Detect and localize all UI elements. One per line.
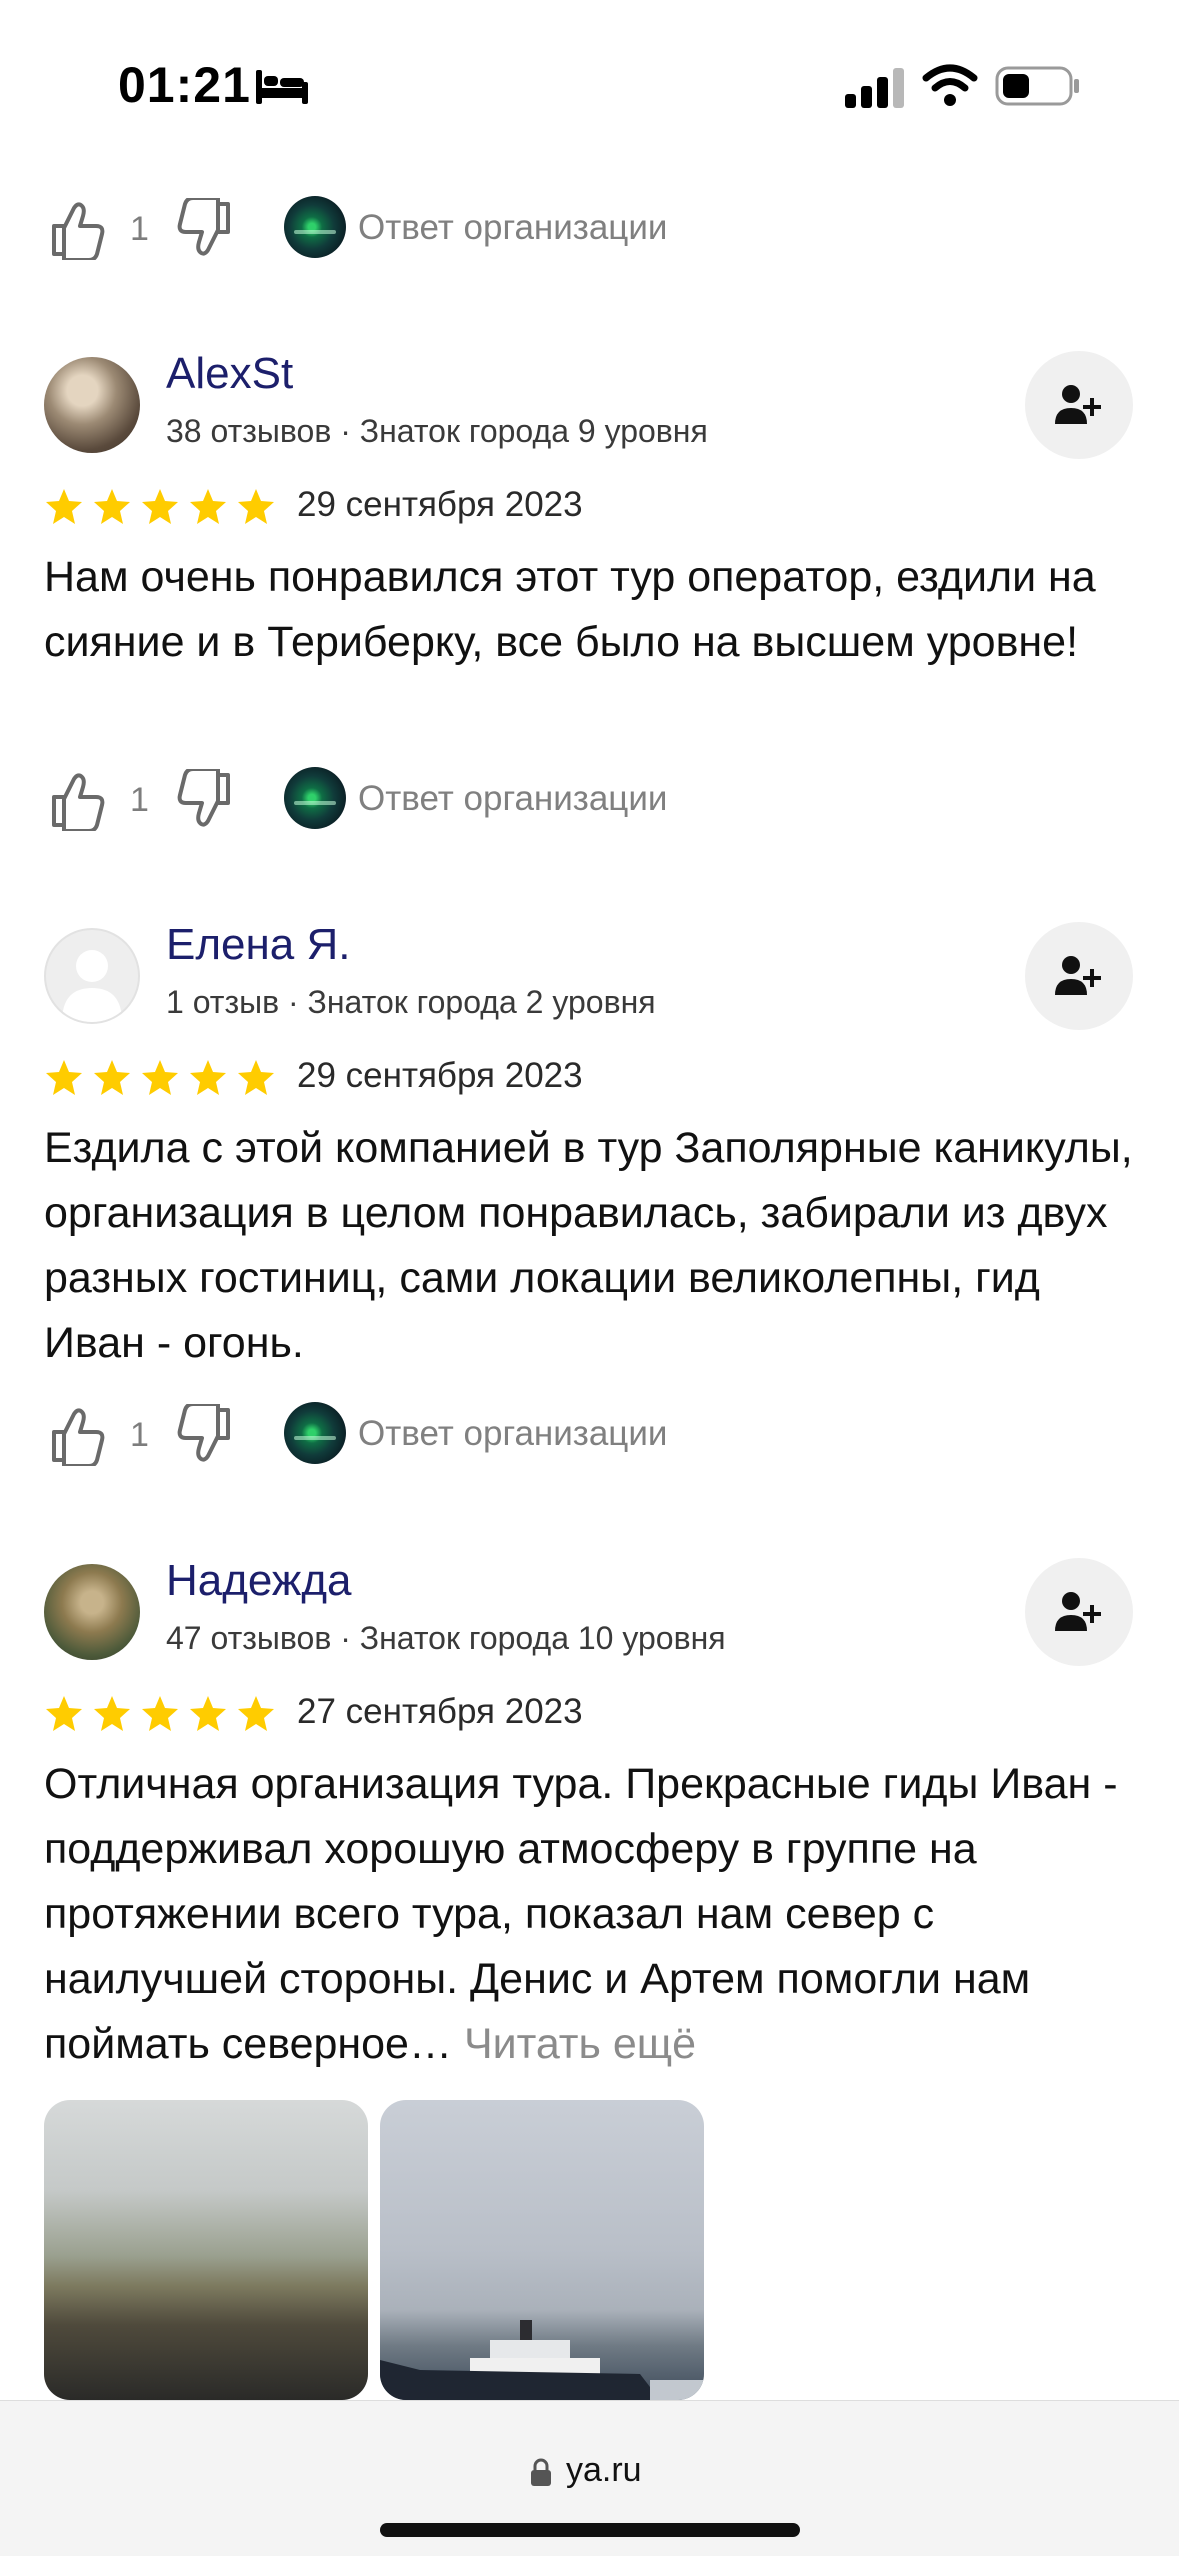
like-icon[interactable] [48,1404,110,1466]
organization-avatar [284,196,346,258]
like-count: 1 [130,781,149,819]
subscribe-button[interactable] [1025,351,1133,459]
review-date: 29 сентября 2023 [297,485,583,524]
avatar[interactable] [44,357,140,453]
review-reactions: 1 Ответ организации [48,1396,948,1476]
organization-reply-link[interactable]: Ответ организации [358,1414,667,1454]
bed-icon [256,70,308,104]
review-date: 29 сентября 2023 [297,1056,583,1095]
add-user-icon [1055,385,1101,424]
review-photo[interactable] [380,2100,704,2400]
status-time: 01:21 [118,57,251,113]
battery-icon [995,66,1079,106]
star-icon [190,1060,226,1095]
review-author[interactable]: Елена Я. [166,920,351,970]
review-text: Отличная организация тура. Прекрасные ги… [44,1752,1144,2077]
organization-avatar [284,1402,346,1464]
star-icon [142,1696,178,1731]
dislike-icon[interactable] [172,198,234,260]
star-icon [190,1696,226,1731]
read-more-link[interactable]: Читать ещё [464,2020,696,2068]
like-icon[interactable] [48,769,110,831]
organization-reply-link[interactable]: Ответ организации [358,208,667,248]
review-photo[interactable] [44,2100,368,2400]
star-icon [94,1696,130,1731]
dislike-icon[interactable] [172,769,234,831]
star-icon [238,1060,274,1095]
like-count: 1 [130,210,149,248]
review-author[interactable]: AlexSt [166,349,293,399]
avatar[interactable] [44,928,140,1024]
review-author-meta: 47 отзывов · Знаток города 10 уровня [166,1620,726,1656]
status-bar: 01:21 [0,0,1179,170]
review-author[interactable]: Надежда [166,1556,351,1606]
star-icon [142,1060,178,1095]
star-icon [190,489,226,524]
add-user-icon [1055,956,1101,995]
dislike-icon[interactable] [172,1404,234,1466]
home-indicator[interactable] [380,2523,800,2537]
url-text: ya.ru [566,2451,642,2489]
signal-icon [845,68,904,108]
default-user-icon [62,950,122,1022]
star-icon [238,1696,274,1731]
lock-icon [531,2458,551,2486]
address-bar[interactable]: ya.ru [0,2400,1179,2556]
rating-stars [44,1694,284,1734]
review-date: 27 сентября 2023 [297,1692,583,1731]
icebreaker-ship-image [380,2320,704,2400]
organization-avatar [284,767,346,829]
rating-stars [44,487,284,527]
wifi-icon [922,64,978,106]
review-text: Ездила с этой компанией в тур Заполярные… [44,1124,1133,1367]
review-reactions: 1 Ответ организации [48,761,948,841]
star-icon [46,1696,82,1731]
like-count: 1 [130,1416,149,1454]
subscribe-button[interactable] [1025,1558,1133,1666]
star-icon [46,1060,82,1095]
star-icon [142,489,178,524]
review-author-meta: 38 отзывов · Знаток города 9 уровня [166,413,708,449]
star-icon [94,489,130,524]
star-icon [94,1060,130,1095]
star-icon [46,489,82,524]
add-user-icon [1055,1592,1101,1631]
review-author-meta: 1 отзыв · Знаток города 2 уровня [166,984,656,1020]
rating-stars [44,1058,284,1098]
organization-reply-link[interactable]: Ответ организации [358,779,667,819]
star-icon [238,489,274,524]
review-text: Нам очень понравился этот тур оператор, … [44,553,1096,666]
review-reactions: 1 Ответ организации [48,190,948,270]
avatar[interactable] [44,1564,140,1660]
like-icon[interactable] [48,198,110,260]
subscribe-button[interactable] [1025,922,1133,1030]
